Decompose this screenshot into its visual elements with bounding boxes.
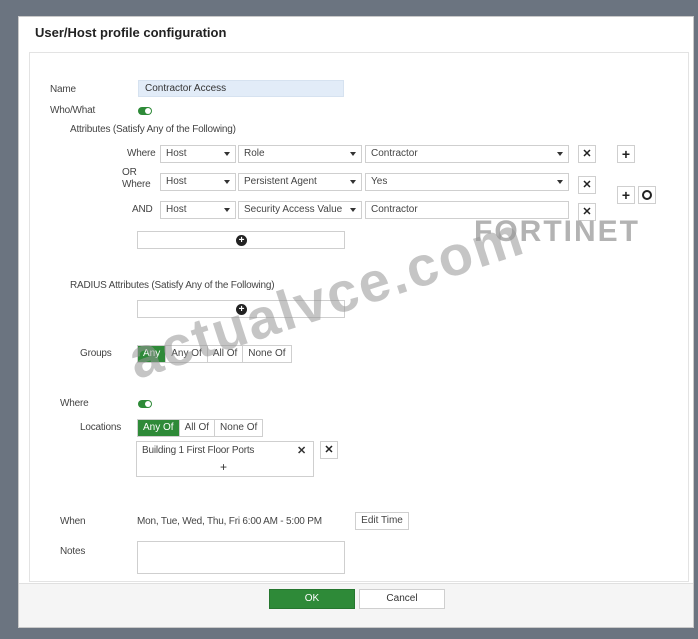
add-and-condition-button[interactable]: + — [617, 186, 635, 204]
close-icon: ✕ — [582, 179, 592, 191]
locations-segment: Any Of All Of None Of — [137, 419, 264, 437]
close-icon: ✕ — [582, 148, 592, 160]
attr-row2-value-select[interactable]: Yes — [365, 173, 569, 191]
add-location-plus-icon[interactable]: + — [220, 460, 227, 474]
plus-icon: + — [621, 187, 631, 203]
edit-time-button[interactable]: Edit Time — [355, 512, 409, 530]
attributes-label: Attributes (Satisfy Any of the Following… — [70, 124, 236, 135]
profile-dialog: User/Host profile configuration Name Con… — [18, 16, 694, 628]
clear-locations-button[interactable]: ✕ — [320, 441, 338, 459]
attr-row2-attribute-select[interactable]: Persistent Agent — [238, 173, 362, 191]
name-label: Name — [50, 84, 76, 95]
remove-row2-button[interactable]: ✕ — [578, 176, 596, 194]
add-circle-icon: + — [236, 235, 247, 246]
attr-row1-value-select[interactable]: Contractor — [365, 145, 569, 163]
attr-row1-object-value: Host — [166, 148, 187, 159]
attr-row3-object-value: Host — [166, 204, 187, 215]
and-label: AND — [132, 204, 153, 215]
add-attribute-button[interactable]: + — [137, 231, 345, 249]
where-toggle[interactable] — [138, 400, 152, 408]
attr-row2-attribute-value: Persistent Agent — [244, 176, 317, 187]
attr-row2-object-value: Host — [166, 176, 187, 187]
chevron-down-icon — [557, 180, 563, 184]
chevron-down-icon — [224, 152, 230, 156]
attr-row2-object-select[interactable]: Host — [160, 173, 236, 191]
locations-option-all-of[interactable]: All Of — [180, 420, 216, 436]
notes-textarea[interactable] — [137, 541, 345, 574]
attr-row1-object-select[interactable]: Host — [160, 145, 236, 163]
location-item: Building 1 First Floor Ports — [142, 445, 255, 456]
add-or-condition-button[interactable]: + — [617, 145, 635, 163]
gear-icon — [642, 190, 652, 200]
chevron-down-icon — [224, 180, 230, 184]
locations-option-none-of[interactable]: None Of — [215, 420, 262, 436]
attr-row1-attribute-select[interactable]: Role — [238, 145, 362, 163]
plus-icon: + — [621, 146, 631, 162]
locations-option-any-of[interactable]: Any Of — [138, 420, 180, 436]
dialog-title: User/Host profile configuration — [35, 25, 227, 40]
attr-row2-value: Yes — [371, 176, 388, 187]
cancel-button[interactable]: Cancel — [359, 589, 445, 609]
who-what-toggle[interactable] — [138, 107, 152, 115]
chevron-down-icon — [557, 152, 563, 156]
when-value: Mon, Tue, Wed, Thu, Fri 6:00 AM - 5:00 P… — [137, 516, 322, 527]
chevron-down-icon — [350, 180, 356, 184]
close-icon: ✕ — [324, 444, 334, 456]
notes-label: Notes — [60, 546, 86, 557]
attr-row3-object-select[interactable]: Host — [160, 201, 236, 219]
when-label: When — [60, 516, 86, 527]
or-where-label: Where — [122, 179, 151, 190]
where-label: Where — [127, 148, 156, 159]
where-section-label: Where — [60, 398, 89, 409]
locations-label: Locations — [80, 422, 122, 433]
attr-row3-attribute-value: Security Access Value — [244, 204, 343, 215]
or-label: OR — [122, 167, 137, 178]
remove-row1-button[interactable]: ✕ — [578, 145, 596, 163]
chevron-down-icon — [224, 208, 230, 212]
group-settings-button[interactable] — [638, 186, 656, 204]
chevron-down-icon — [350, 208, 356, 212]
attr-row1-value: Contractor — [371, 148, 418, 159]
who-what-label: Who/What — [50, 105, 96, 116]
attr-row3-attribute-select[interactable]: Security Access Value — [238, 201, 362, 219]
locations-list: Building 1 First Floor Ports ✕ + — [136, 441, 314, 477]
ok-button[interactable]: OK — [269, 589, 355, 609]
dialog-footer: OK Cancel — [19, 583, 693, 627]
name-input[interactable]: Contractor Access — [138, 80, 344, 97]
close-icon[interactable]: ✕ — [297, 444, 306, 457]
groups-label: Groups — [80, 348, 112, 359]
chevron-down-icon — [350, 152, 356, 156]
attr-row1-attribute-value: Role — [244, 148, 265, 159]
